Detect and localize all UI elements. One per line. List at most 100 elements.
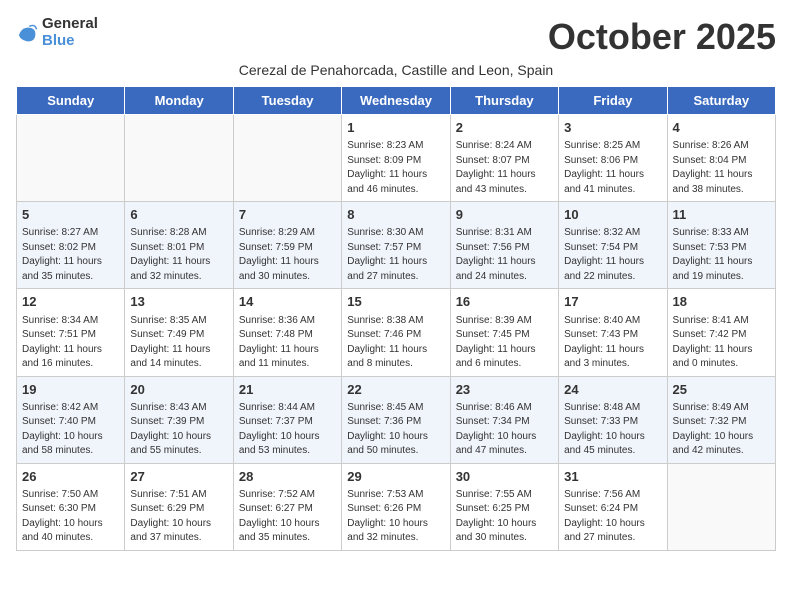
day-info: Sunrise: 8:33 AM Sunset: 7:53 PM Dayligh… <box>673 226 770 284</box>
day-number: 11 <box>673 206 770 224</box>
day-number: 16 <box>456 293 553 311</box>
calendar-cell: 8 Sunrise: 8:30 AM Sunset: 7:57 PM Daylig… <box>342 202 450 289</box>
day-info: Sunrise: 8:36 AM Sunset: 7:48 PM Dayligh… <box>239 314 336 372</box>
calendar-table: SundayMondayTuesdayWednesdayThursdayFrid… <box>16 86 776 551</box>
day-info: Sunrise: 8:23 AM Sunset: 8:09 PM Dayligh… <box>347 139 444 197</box>
day-number: 27 <box>130 468 227 486</box>
day-number: 20 <box>130 381 227 399</box>
day-number: 6 <box>130 206 227 224</box>
calendar-row-0: 1 Sunrise: 8:23 AM Sunset: 8:09 PM Daylig… <box>17 115 776 202</box>
day-info: Sunrise: 8:41 AM Sunset: 7:42 PM Dayligh… <box>673 314 770 372</box>
logo-general: General <box>42 16 98 33</box>
day-info: Sunrise: 8:32 AM Sunset: 7:54 PM Dayligh… <box>564 226 661 284</box>
calendar-cell: 7 Sunrise: 8:29 AM Sunset: 7:59 PM Daylig… <box>233 202 341 289</box>
day-number: 8 <box>347 206 444 224</box>
calendar-cell: 15 Sunrise: 8:38 AM Sunset: 7:46 PM Dayli… <box>342 289 450 376</box>
day-number: 19 <box>22 381 119 399</box>
calendar-cell <box>125 115 233 202</box>
day-number: 1 <box>347 119 444 137</box>
logo-icon <box>16 22 38 44</box>
day-number: 5 <box>22 206 119 224</box>
day-number: 2 <box>456 119 553 137</box>
day-info: Sunrise: 8:38 AM Sunset: 7:46 PM Dayligh… <box>347 314 444 372</box>
page-header: General Blue October 2025 <box>16 16 776 58</box>
calendar-cell: 23Sunrise: 8:46 AM Sunset: 7:34 PM Dayli… <box>450 376 558 463</box>
day-number: 26 <box>22 468 119 486</box>
calendar-cell: 31 Sunrise: 7:56 AM Sunset: 6:24 PM Dayli… <box>559 463 667 550</box>
day-number: 30 <box>456 468 553 486</box>
day-info: Sunrise: 7:53 AM Sunset: 6:26 PM Dayligh… <box>347 488 444 546</box>
day-info: Sunrise: 8:43 AM Sunset: 7:39 PM Dayligh… <box>130 401 227 459</box>
day-info: Sunrise: 8:40 AM Sunset: 7:43 PM Dayligh… <box>564 314 661 372</box>
day-number: 25 <box>673 381 770 399</box>
logo-text: General Blue <box>42 16 98 49</box>
day-number: 15 <box>347 293 444 311</box>
calendar-cell: 19Sunrise: 8:42 AM Sunset: 7:40 PM Dayli… <box>17 376 125 463</box>
column-header-tuesday: Tuesday <box>233 87 341 115</box>
calendar-cell: 22Sunrise: 8:45 AM Sunset: 7:36 PM Dayli… <box>342 376 450 463</box>
day-number: 9 <box>456 206 553 224</box>
calendar-cell: 5 Sunrise: 8:27 AM Sunset: 8:02 PM Daylig… <box>17 202 125 289</box>
day-info: Sunrise: 8:48 AM Sunset: 7:33 PM Dayligh… <box>564 401 661 459</box>
day-info: Sunrise: 8:49 AM Sunset: 7:32 PM Dayligh… <box>673 401 770 459</box>
calendar-cell: 24 Sunrise: 8:48 AM Sunset: 7:33 PM Dayli… <box>559 376 667 463</box>
day-info: Sunrise: 8:29 AM Sunset: 7:59 PM Dayligh… <box>239 226 336 284</box>
day-number: 23 <box>456 381 553 399</box>
day-number: 17 <box>564 293 661 311</box>
calendar-cell: 13 Sunrise: 8:35 AM Sunset: 7:49 PM Dayli… <box>125 289 233 376</box>
calendar-cell: 11 Sunrise: 8:33 AM Sunset: 7:53 PM Dayli… <box>667 202 775 289</box>
day-info: Sunrise: 7:51 AM Sunset: 6:29 PM Dayligh… <box>130 488 227 546</box>
day-info: Sunrise: 8:35 AM Sunset: 7:49 PM Dayligh… <box>130 314 227 372</box>
day-number: 3 <box>564 119 661 137</box>
calendar-row-1: 5 Sunrise: 8:27 AM Sunset: 8:02 PM Daylig… <box>17 202 776 289</box>
calendar-cell: 27 Sunrise: 7:51 AM Sunset: 6:29 PM Dayli… <box>125 463 233 550</box>
day-info: Sunrise: 7:56 AM Sunset: 6:24 PM Dayligh… <box>564 488 661 546</box>
column-header-sunday: Sunday <box>17 87 125 115</box>
day-info: Sunrise: 8:28 AM Sunset: 8:01 PM Dayligh… <box>130 226 227 284</box>
month-title: October 2025 <box>548 16 776 58</box>
calendar-cell: 3 Sunrise: 8:25 AM Sunset: 8:06 PM Daylig… <box>559 115 667 202</box>
calendar-cell: 10Sunrise: 8:32 AM Sunset: 7:54 PM Dayli… <box>559 202 667 289</box>
calendar-cell: 1 Sunrise: 8:23 AM Sunset: 8:09 PM Daylig… <box>342 115 450 202</box>
calendar-cell <box>233 115 341 202</box>
calendar-cell <box>667 463 775 550</box>
column-header-monday: Monday <box>125 87 233 115</box>
day-info: Sunrise: 8:31 AM Sunset: 7:56 PM Dayligh… <box>456 226 553 284</box>
calendar-cell: 16 Sunrise: 8:39 AM Sunset: 7:45 PM Dayli… <box>450 289 558 376</box>
day-info: Sunrise: 7:50 AM Sunset: 6:30 PM Dayligh… <box>22 488 119 546</box>
day-info: Sunrise: 8:30 AM Sunset: 7:57 PM Dayligh… <box>347 226 444 284</box>
calendar-header-row: SundayMondayTuesdayWednesdayThursdayFrid… <box>17 87 776 115</box>
day-info: Sunrise: 8:26 AM Sunset: 8:04 PM Dayligh… <box>673 139 770 197</box>
day-info: Sunrise: 8:39 AM Sunset: 7:45 PM Dayligh… <box>456 314 553 372</box>
day-info: Sunrise: 7:55 AM Sunset: 6:25 PM Dayligh… <box>456 488 553 546</box>
day-number: 12 <box>22 293 119 311</box>
calendar-cell: 2 Sunrise: 8:24 AM Sunset: 8:07 PM Daylig… <box>450 115 558 202</box>
calendar-cell: 25 Sunrise: 8:49 AM Sunset: 7:32 PM Dayli… <box>667 376 775 463</box>
calendar-cell: 21Sunrise: 8:44 AM Sunset: 7:37 PM Dayli… <box>233 376 341 463</box>
logo: General Blue <box>16 16 98 49</box>
day-number: 31 <box>564 468 661 486</box>
day-info: Sunrise: 7:52 AM Sunset: 6:27 PM Dayligh… <box>239 488 336 546</box>
day-info: Sunrise: 8:45 AM Sunset: 7:36 PM Dayligh… <box>347 401 444 459</box>
day-info: Sunrise: 8:24 AM Sunset: 8:07 PM Dayligh… <box>456 139 553 197</box>
calendar-cell: 20 Sunrise: 8:43 AM Sunset: 7:39 PM Dayli… <box>125 376 233 463</box>
day-info: Sunrise: 8:44 AM Sunset: 7:37 PM Dayligh… <box>239 401 336 459</box>
day-info: Sunrise: 8:27 AM Sunset: 8:02 PM Dayligh… <box>22 226 119 284</box>
calendar-cell: 4Sunrise: 8:26 AM Sunset: 8:04 PM Daylig… <box>667 115 775 202</box>
calendar-row-2: 12Sunrise: 8:34 AM Sunset: 7:51 PM Dayli… <box>17 289 776 376</box>
calendar-row-3: 19Sunrise: 8:42 AM Sunset: 7:40 PM Dayli… <box>17 376 776 463</box>
calendar-row-4: 26 Sunrise: 7:50 AM Sunset: 6:30 PM Dayli… <box>17 463 776 550</box>
column-header-saturday: Saturday <box>667 87 775 115</box>
calendar-cell: 18Sunrise: 8:41 AM Sunset: 7:42 PM Dayli… <box>667 289 775 376</box>
column-header-thursday: Thursday <box>450 87 558 115</box>
calendar-cell: 28Sunrise: 7:52 AM Sunset: 6:27 PM Dayli… <box>233 463 341 550</box>
column-header-friday: Friday <box>559 87 667 115</box>
calendar-cell <box>17 115 125 202</box>
day-info: Sunrise: 8:25 AM Sunset: 8:06 PM Dayligh… <box>564 139 661 197</box>
calendar-cell: 9 Sunrise: 8:31 AM Sunset: 7:56 PM Daylig… <box>450 202 558 289</box>
calendar-cell: 30 Sunrise: 7:55 AM Sunset: 6:25 PM Dayli… <box>450 463 558 550</box>
subtitle: Cerezal de Penahorcada, Castille and Leo… <box>16 62 776 78</box>
day-number: 7 <box>239 206 336 224</box>
day-number: 13 <box>130 293 227 311</box>
day-number: 24 <box>564 381 661 399</box>
